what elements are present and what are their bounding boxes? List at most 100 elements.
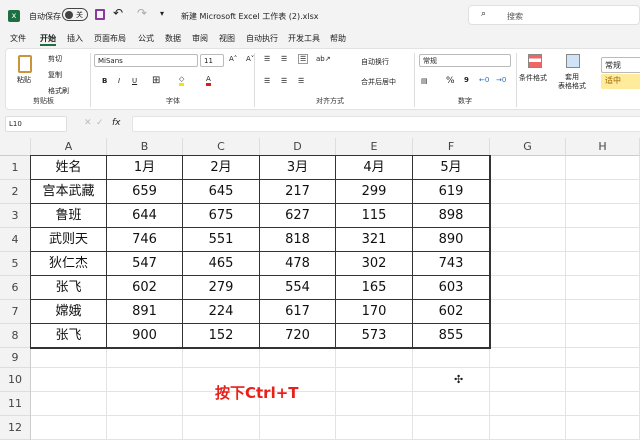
tab-developer[interactable]: 开发工具 — [288, 33, 320, 44]
cell[interactable] — [490, 324, 566, 348]
cell[interactable] — [566, 392, 640, 416]
row-header-12[interactable]: 12 — [0, 416, 31, 440]
table-cell[interactable]: 547 — [107, 252, 183, 276]
orientation-icon[interactable]: ab↗ — [316, 55, 331, 63]
tab-page-layout[interactable]: 页面布局 — [94, 33, 126, 44]
table-cell[interactable]: 900 — [107, 324, 183, 348]
cell[interactable] — [566, 156, 640, 180]
table-cell[interactable]: 465 — [183, 252, 260, 276]
table-cell[interactable]: 855 — [413, 324, 490, 348]
table-cell[interactable]: 818 — [260, 228, 336, 252]
column-header-F[interactable]: F — [413, 138, 490, 156]
tab-file[interactable]: 文件 — [10, 33, 26, 44]
table-cell[interactable]: 170 — [336, 300, 413, 324]
table-cell[interactable]: 746 — [107, 228, 183, 252]
conditional-format-icon[interactable] — [528, 54, 542, 68]
cell[interactable] — [566, 276, 640, 300]
column-header-G[interactable]: G — [490, 138, 566, 156]
table-cell[interactable]: 张飞 — [31, 276, 107, 300]
cell[interactable] — [107, 392, 183, 416]
style-neutral[interactable]: 适中 — [601, 74, 640, 89]
table-cell[interactable]: 675 — [183, 204, 260, 228]
row-header-2[interactable]: 2 — [0, 180, 31, 204]
redo-icon[interactable]: ↷ — [137, 6, 147, 20]
cell[interactable] — [107, 368, 183, 392]
cell[interactable] — [413, 416, 490, 440]
row-header-5[interactable]: 5 — [0, 252, 31, 276]
cell[interactable] — [566, 348, 640, 368]
cell[interactable] — [566, 324, 640, 348]
table-cell[interactable]: 551 — [183, 228, 260, 252]
conditional-format-button[interactable]: 条件格式 — [519, 73, 547, 83]
cell[interactable] — [336, 368, 413, 392]
table-header-cell[interactable]: 3月 — [260, 156, 336, 180]
cell[interactable] — [566, 300, 640, 324]
font-color-icon[interactable]: A — [206, 75, 211, 86]
save-icon[interactable] — [95, 9, 105, 20]
fill-color-icon[interactable]: ◇ — [179, 75, 185, 86]
table-header-cell[interactable]: 5月 — [413, 156, 490, 180]
cancel-icon[interactable]: ✕ — [84, 118, 92, 128]
paste-button[interactable]: 粘贴 — [17, 75, 31, 85]
table-cell[interactable]: 573 — [336, 324, 413, 348]
table-cell[interactable]: 武则天 — [31, 228, 107, 252]
align-middle-icon[interactable]: ☰ — [281, 55, 287, 63]
style-normal[interactable]: 常规 — [601, 57, 640, 73]
row-header-1[interactable]: 1 — [0, 156, 31, 180]
cut-button[interactable]: 剪切 — [48, 54, 62, 64]
increase-font-icon[interactable]: A˄ — [229, 55, 237, 63]
undo-icon[interactable]: ↶ — [113, 6, 123, 20]
table-cell[interactable]: 115 — [336, 204, 413, 228]
column-header-C[interactable]: C — [183, 138, 260, 156]
column-header-E[interactable]: E — [336, 138, 413, 156]
font-name-select[interactable]: MiSans — [94, 54, 198, 67]
cell[interactable] — [490, 180, 566, 204]
table-cell[interactable]: 627 — [260, 204, 336, 228]
table-cell[interactable]: 645 — [183, 180, 260, 204]
table-cell[interactable]: 302 — [336, 252, 413, 276]
table-cell[interactable]: 张飞 — [31, 324, 107, 348]
cell[interactable] — [566, 252, 640, 276]
table-cell[interactable]: 鲁班 — [31, 204, 107, 228]
align-bottom-icon[interactable]: ☰ — [298, 54, 309, 64]
align-right-icon[interactable]: ☰ — [298, 77, 304, 85]
file-name[interactable]: 新建 Microsoft Excel 工作表 (2).xlsx — [181, 11, 319, 22]
decrease-decimal-icon[interactable]: →0 — [496, 76, 506, 84]
table-header-cell[interactable]: 姓名 — [31, 156, 107, 180]
cell[interactable] — [490, 368, 566, 392]
table-header-cell[interactable]: 4月 — [336, 156, 413, 180]
select-all-corner[interactable] — [0, 138, 31, 156]
table-cell[interactable]: 狄仁杰 — [31, 252, 107, 276]
cell[interactable] — [566, 180, 640, 204]
underline-button[interactable]: U — [132, 77, 137, 85]
row-header-10[interactable]: 10 — [0, 368, 31, 392]
row-header-4[interactable]: 4 — [0, 228, 31, 252]
row-header-7[interactable]: 7 — [0, 300, 31, 324]
column-header-A[interactable]: A — [31, 138, 107, 156]
tab-automate[interactable]: 自动执行 — [246, 33, 278, 44]
accounting-icon[interactable]: ▤ — [421, 77, 428, 85]
comma-button[interactable]: 9 — [464, 76, 469, 84]
cell[interactable] — [336, 348, 413, 368]
insert-function-button[interactable]: fx — [112, 118, 121, 128]
cell[interactable] — [260, 348, 336, 368]
table-cell[interactable]: 602 — [413, 300, 490, 324]
cell[interactable] — [490, 392, 566, 416]
increase-decimal-icon[interactable]: ←0 — [479, 76, 489, 84]
cell[interactable] — [183, 348, 260, 368]
enter-icon[interactable]: ✓ — [96, 118, 104, 128]
cell[interactable] — [490, 416, 566, 440]
cell[interactable] — [31, 416, 107, 440]
row-header-6[interactable]: 6 — [0, 276, 31, 300]
table-cell[interactable]: 617 — [260, 300, 336, 324]
name-box[interactable]: L10 — [5, 116, 67, 132]
cell[interactable] — [566, 228, 640, 252]
cell[interactable] — [413, 368, 490, 392]
row-header-11[interactable]: 11 — [0, 392, 31, 416]
table-cell[interactable]: 659 — [107, 180, 183, 204]
cell[interactable] — [336, 416, 413, 440]
table-cell[interactable]: 217 — [260, 180, 336, 204]
table-header-cell[interactable]: 1月 — [107, 156, 183, 180]
border-icon[interactable]: ⊞ — [152, 75, 160, 86]
cell[interactable] — [566, 368, 640, 392]
